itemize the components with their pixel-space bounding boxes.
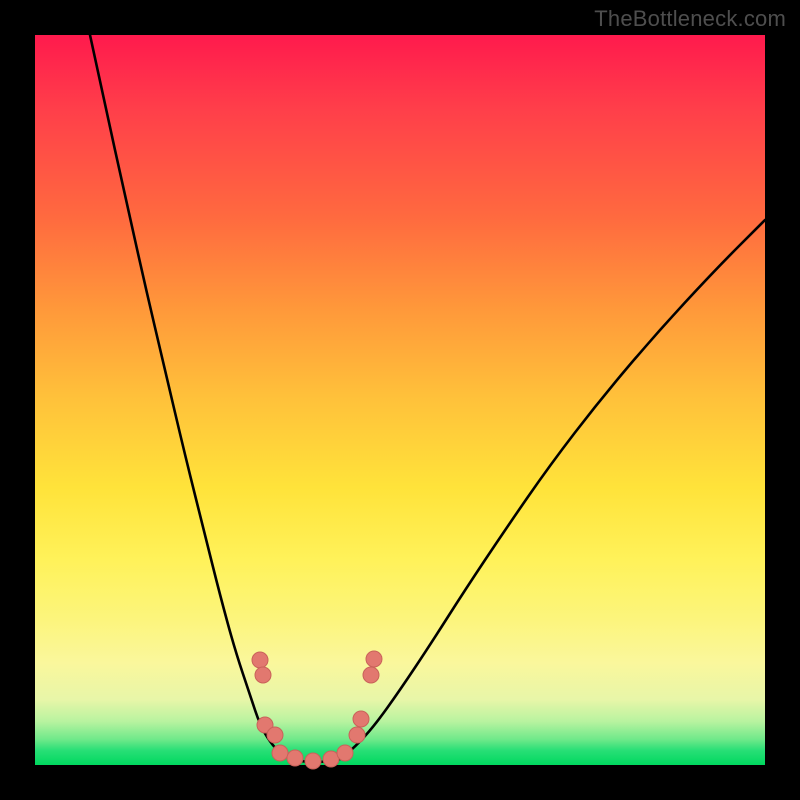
chart-frame: TheBottleneck.com [0, 0, 800, 800]
chart-svg [35, 35, 765, 765]
curve-marker [252, 652, 268, 668]
curve-marker [363, 667, 379, 683]
curve-marker [337, 745, 353, 761]
curve-markers-group [252, 651, 382, 769]
curve-marker [267, 727, 283, 743]
curve-marker [255, 667, 271, 683]
curve-marker [305, 753, 321, 769]
watermark-text: TheBottleneck.com [594, 6, 786, 32]
curve-marker [366, 651, 382, 667]
curve-marker [272, 745, 288, 761]
chart-plot-area [35, 35, 765, 765]
curve-marker [349, 727, 365, 743]
bottleneck-curve [90, 35, 765, 762]
curve-marker [353, 711, 369, 727]
curve-marker [287, 750, 303, 766]
